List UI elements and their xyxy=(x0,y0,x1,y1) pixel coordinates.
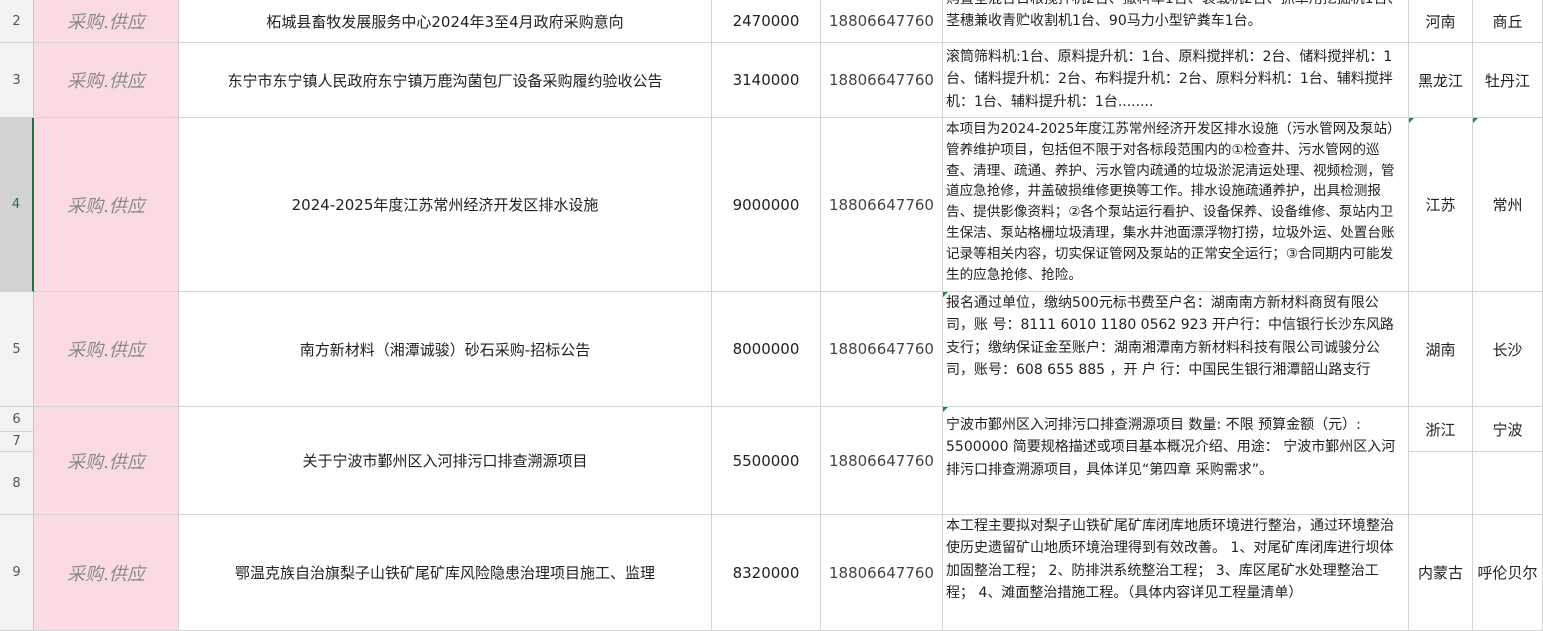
city-cell-empty[interactable] xyxy=(1473,452,1543,515)
budget-cell[interactable]: 3140000 xyxy=(712,43,821,118)
phone-cell[interactable]: 18806647760 xyxy=(821,0,943,43)
row-header[interactable]: 3 xyxy=(0,43,34,118)
phone-cell[interactable]: 18806647760 xyxy=(821,515,943,631)
city-cell[interactable]: 常州 xyxy=(1473,118,1543,292)
city-cell[interactable]: 呼伦贝尔 xyxy=(1473,515,1543,631)
description-cell[interactable]: 滚筒筛料机:1台、原料提升机：1台、原料搅拌机：2台、储料搅拌机：1台、储料提升… xyxy=(943,43,1409,118)
table-row[interactable]: 9 采购.供应 鄂温克族自治旗梨子山铁矿尾矿库风险隐患治理项目施工、监理 832… xyxy=(0,515,1543,631)
category-cell[interactable]: 采购.供应 xyxy=(34,515,179,631)
row-header[interactable]: 8 xyxy=(0,452,34,515)
table-row[interactable]: 6 7 8 采购.供应 关于宁波市鄞州区入河排污口排查溯源项目 5500000 … xyxy=(0,407,1543,515)
category-cell[interactable]: 采购.供应 xyxy=(34,292,179,407)
description-text: 本工程主要拟对梨子山铁矿尾矿库闭库地质环境进行整治，通过环境整治使历史遗留矿山地… xyxy=(946,518,1394,601)
phone-cell[interactable]: 18806647760 xyxy=(821,407,943,515)
table-row[interactable]: 3 采购.供应 东宁市东宁镇人民政府东宁镇万鹿沟菌包厂设备采购履约验收公告 31… xyxy=(0,43,1543,118)
table-row[interactable]: 4 采购.供应 2024-2025年度江苏常州经济开发区排水设施 9000000… xyxy=(0,118,1543,292)
row-header[interactable]: 4 xyxy=(0,118,34,292)
project-title-cell[interactable]: 南方新材料（湘潭诚骏）砂石采购-招标公告 xyxy=(179,292,712,407)
budget-cell[interactable]: 2470000 xyxy=(712,0,821,43)
project-title-cell[interactable]: 东宁市东宁镇人民政府东宁镇万鹿沟菌包厂设备采购履约验收公告 xyxy=(179,43,712,118)
province-cell[interactable]: 湖南 xyxy=(1409,292,1473,407)
province-cell[interactable]: 内蒙古 xyxy=(1409,515,1473,631)
row-header[interactable]: 2 xyxy=(0,0,34,43)
description-text: 购置全混合日粮搅拌机2台、撒料车1台、装载机2台、抓草用挖掘机1台、茎穗兼收青贮… xyxy=(946,0,1402,30)
budget-cell[interactable]: 9000000 xyxy=(712,118,821,292)
description-cell[interactable]: 本项目为2024-2025年度江苏常州经济开发区排水设施（污水管网及泵站）管养维… xyxy=(943,118,1409,292)
project-title-cell[interactable]: 2024-2025年度江苏常州经济开发区排水设施 xyxy=(179,118,712,292)
city-cell[interactable]: 宁波 xyxy=(1473,407,1543,452)
phone-cell[interactable]: 18806647760 xyxy=(821,118,943,292)
province-cell[interactable]: 江苏 xyxy=(1409,118,1473,292)
description-text: 报名通过单位，缴纳500元标书费至户名：湖南南方新材料商贸有限公司，账 号：81… xyxy=(946,295,1394,378)
phone-cell[interactable]: 18806647760 xyxy=(821,43,943,118)
city-cell[interactable]: 牡丹江 xyxy=(1473,43,1543,118)
table-row[interactable]: 5 采购.供应 南方新材料（湘潭诚骏）砂石采购-招标公告 8000000 188… xyxy=(0,292,1543,407)
project-title-cell[interactable]: 鄂温克族自治旗梨子山铁矿尾矿库风险隐患治理项目施工、监理 xyxy=(179,515,712,631)
description-cell[interactable]: 宁波市鄞州区入河排污口排查溯源项目 数量: 不限 预算金额（元）: 550000… xyxy=(943,407,1409,515)
province-cell-empty[interactable] xyxy=(1409,452,1473,515)
category-cell[interactable]: 采购.供应 xyxy=(34,118,179,292)
city-cell[interactable]: 商丘 xyxy=(1473,0,1543,43)
spreadsheet-grid: 2 采购.供应 柘城县畜牧发展服务中心2024年3至4月政府采购意向 24700… xyxy=(0,0,1543,631)
city-cell[interactable]: 长沙 xyxy=(1473,292,1543,407)
description-text: 宁波市鄞州区入河排污口排查溯源项目 数量: 不限 预算金额（元）: 550000… xyxy=(946,417,1396,478)
row-header[interactable]: 9 xyxy=(0,515,34,631)
budget-cell[interactable]: 8320000 xyxy=(712,515,821,631)
project-title-cell[interactable]: 柘城县畜牧发展服务中心2024年3至4月政府采购意向 xyxy=(179,0,712,43)
category-cell[interactable]: 采购.供应 xyxy=(34,43,179,118)
province-cell[interactable]: 浙江 xyxy=(1409,407,1473,452)
description-text: 本项目为2024-2025年度江苏常州经济开发区排水设施（污水管网及泵站）管养维… xyxy=(946,121,1401,283)
category-cell[interactable]: 采购.供应 xyxy=(34,0,179,43)
budget-cell[interactable]: 8000000 xyxy=(712,292,821,407)
row-header[interactable]: 7 xyxy=(0,432,34,452)
description-cell[interactable]: 购置全混合日粮搅拌机2台、撒料车1台、装载机2台、抓草用挖掘机1台、茎穗兼收青贮… xyxy=(943,0,1409,43)
description-cell[interactable]: 报名通过单位，缴纳500元标书费至户名：湖南南方新材料商贸有限公司，账 号：81… xyxy=(943,292,1409,407)
row-header[interactable]: 6 xyxy=(0,407,34,432)
description-cell[interactable]: 本工程主要拟对梨子山铁矿尾矿库闭库地质环境进行整治，通过环境整治使历史遗留矿山地… xyxy=(943,515,1409,631)
budget-cell[interactable]: 5500000 xyxy=(712,407,821,515)
phone-cell[interactable]: 18806647760 xyxy=(821,292,943,407)
province-cell[interactable]: 河南 xyxy=(1409,0,1473,43)
row-header[interactable]: 5 xyxy=(0,292,34,407)
description-text: 滚筒筛料机:1台、原料提升机：1台、原料搅拌机：2台、储料搅拌机：1台、储料提升… xyxy=(946,49,1393,110)
project-title-cell[interactable]: 关于宁波市鄞州区入河排污口排查溯源项目 xyxy=(179,407,712,515)
province-cell[interactable]: 黑龙江 xyxy=(1409,43,1473,118)
category-cell[interactable]: 采购.供应 xyxy=(34,407,179,515)
table-row[interactable]: 2 采购.供应 柘城县畜牧发展服务中心2024年3至4月政府采购意向 24700… xyxy=(0,0,1543,43)
